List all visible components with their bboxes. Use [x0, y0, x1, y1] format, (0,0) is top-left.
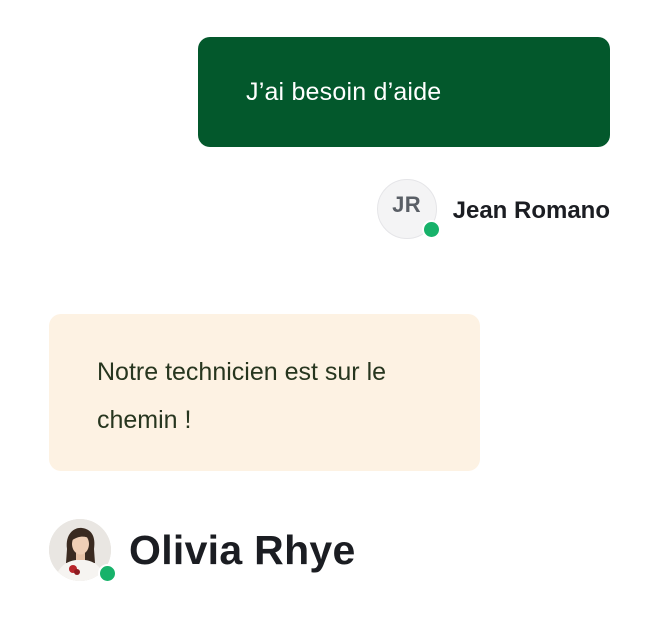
sender-name[interactable]: Olivia Rhye [129, 527, 356, 574]
avatar[interactable]: JR [376, 179, 441, 239]
online-status-dot-icon [421, 220, 441, 239]
avatar[interactable] [49, 519, 117, 583]
outgoing-message-bubble: J’ai besoin d’aide [198, 37, 610, 147]
incoming-message-text: Notre technicien est sur le chemin ! [97, 358, 387, 434]
incoming-message-bubble: Notre technicien est sur le chemin ! [49, 314, 480, 471]
incoming-sender: Olivia Rhye [49, 519, 356, 583]
outgoing-message-text: J’ai besoin d’aide [246, 77, 442, 106]
avatar-initials: JR [392, 192, 422, 217]
sender-name[interactable]: Jean Romano [453, 197, 610, 225]
outgoing-sender: JR Jean Romano [376, 179, 610, 240]
online-status-dot-icon [98, 564, 117, 583]
